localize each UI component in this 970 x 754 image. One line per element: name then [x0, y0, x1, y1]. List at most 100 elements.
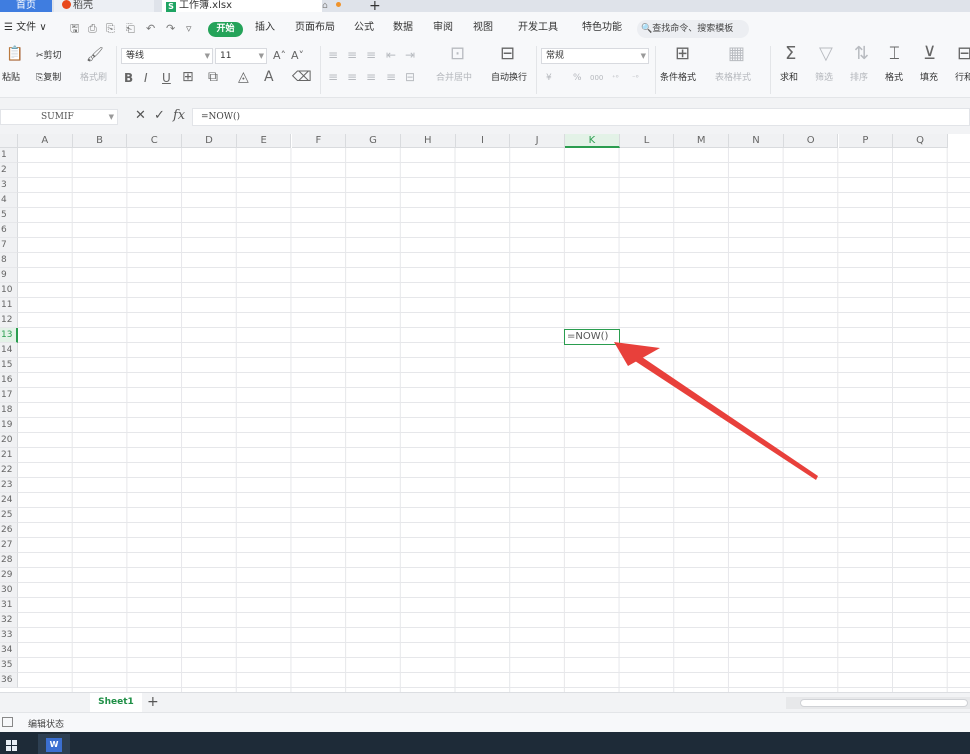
row-header[interactable]: 30: [0, 583, 18, 598]
row-header[interactable]: 28: [0, 553, 18, 568]
row-header[interactable]: 23: [0, 478, 18, 493]
merge-center-label[interactable]: 合并居中: [436, 72, 472, 84]
column-header[interactable]: Q: [893, 134, 948, 148]
thousands-button[interactable]: 000: [590, 72, 603, 84]
row-column-icon[interactable]: ⊟: [957, 45, 970, 63]
increase-decimal-icon[interactable]: ⁺⁰: [612, 72, 619, 84]
row-header[interactable]: 34: [0, 643, 18, 658]
tab-status[interactable]: ⌂: [322, 0, 352, 12]
font-name-select[interactable]: 等线 ▼: [121, 48, 213, 64]
fill-icon[interactable]: ⊻: [923, 45, 936, 63]
italic-button[interactable]: I: [144, 70, 148, 86]
sort-label[interactable]: 排序: [850, 72, 868, 84]
row-header[interactable]: 25: [0, 508, 18, 523]
row-header[interactable]: 14: [0, 343, 18, 358]
row-header[interactable]: 16: [0, 373, 18, 388]
row-header[interactable]: 17: [0, 388, 18, 403]
row-header[interactable]: 15: [0, 358, 18, 373]
row-header[interactable]: 1: [0, 148, 18, 163]
indent-decrease-icon[interactable]: ⇤: [386, 47, 396, 63]
copy-button[interactable]: ⎘复制: [36, 72, 61, 84]
table-style-label[interactable]: 表格样式: [715, 72, 751, 84]
fill-label[interactable]: 填充: [920, 72, 938, 84]
sum-label[interactable]: 求和: [780, 72, 798, 84]
clear-format-icon[interactable]: ⌫: [292, 69, 312, 85]
row-header[interactable]: 21: [0, 448, 18, 463]
scrollbar-thumb[interactable]: [800, 699, 968, 707]
column-header[interactable]: B: [72, 134, 128, 148]
align-center-icon[interactable]: ≡: [347, 69, 357, 85]
menu-page-layout[interactable]: 页面布局: [295, 20, 335, 36]
decrease-decimal-icon[interactable]: ⁻⁰: [632, 72, 639, 84]
row-header[interactable]: 9: [0, 268, 18, 283]
conditional-format-label[interactable]: 条件格式: [660, 72, 696, 84]
menu-review[interactable]: 审阅: [433, 20, 453, 36]
table-style-icon[interactable]: ▦: [728, 45, 745, 63]
column-header[interactable]: K: [565, 134, 620, 148]
row-header[interactable]: 19: [0, 418, 18, 433]
worksheet-grid[interactable]: ABCDEFGHIJKLMNOPQ 1 2 3 4 5 6 7 8 9 10 11 12 13 14 15 1…: [0, 134, 970, 692]
row-header[interactable]: 7: [0, 238, 18, 253]
format-painter-label[interactable]: 格式刷: [80, 72, 107, 84]
save-icon[interactable]: 🖫: [70, 23, 79, 35]
wrap-text-label[interactable]: 自动换行: [491, 72, 527, 84]
merge-center-icon[interactable]: ⊡: [450, 45, 465, 63]
column-header[interactable]: F: [291, 134, 347, 148]
redo-icon[interactable]: ↷: [166, 23, 175, 35]
filter-label[interactable]: 筛选: [815, 72, 833, 84]
row-header[interactable]: 18: [0, 403, 18, 418]
row-header[interactable]: 24: [0, 493, 18, 508]
menu-developer[interactable]: 开发工具: [518, 20, 558, 36]
customize-icon[interactable]: ▿: [186, 23, 192, 35]
row-header[interactable]: 10: [0, 283, 18, 298]
sheet-tab-sheet1[interactable]: Sheet1: [90, 693, 142, 712]
row-header[interactable]: 6: [0, 223, 18, 238]
tab-daoke[interactable]: 稻壳: [54, 0, 154, 12]
column-header[interactable]: L: [619, 134, 675, 148]
format-label[interactable]: 格式: [885, 72, 903, 84]
fill-color-icon[interactable]: ◬: [238, 69, 249, 85]
menu-view[interactable]: 视图: [473, 20, 493, 36]
row-header[interactable]: 31: [0, 598, 18, 613]
column-header[interactable]: C: [127, 134, 183, 148]
column-header[interactable]: H: [400, 134, 456, 148]
column-header[interactable]: G: [346, 134, 401, 148]
row-header[interactable]: 8: [0, 253, 18, 268]
tab-workbook[interactable]: S 工作簿.xlsx: [162, 0, 322, 12]
paste-label[interactable]: 粘贴: [2, 72, 20, 84]
row-header[interactable]: 32: [0, 613, 18, 628]
paste-icon[interactable]: 📋: [6, 46, 23, 62]
row-header[interactable]: 26: [0, 523, 18, 538]
format-painter-icon[interactable]: 🖌: [86, 47, 104, 63]
border-icon[interactable]: ⊞: [182, 69, 194, 85]
column-header[interactable]: D: [182, 134, 237, 148]
row-header[interactable]: 33: [0, 628, 18, 643]
align-right-icon[interactable]: ≡: [366, 69, 376, 85]
column-header[interactable]: N: [729, 134, 784, 148]
menu-formulas[interactable]: 公式: [354, 20, 374, 36]
formula-input[interactable]: =NOW(): [192, 108, 970, 126]
row-header[interactable]: 36: [0, 673, 18, 688]
row-header[interactable]: 13: [0, 328, 18, 343]
wrap-text-icon[interactable]: ⊟: [500, 45, 515, 63]
align-middle-icon[interactable]: ≡: [347, 47, 357, 63]
bold-button[interactable]: B: [124, 70, 133, 86]
justify-icon[interactable]: ≡: [386, 69, 396, 85]
row-header[interactable]: 5: [0, 208, 18, 223]
align-left-icon[interactable]: ≡: [328, 69, 338, 85]
select-all-corner[interactable]: [0, 134, 18, 148]
distribute-icon[interactable]: ⊟: [405, 69, 415, 85]
currency-button[interactable]: ¥: [546, 72, 552, 84]
menu-start[interactable]: 开始: [208, 22, 243, 37]
command-search[interactable]: 🔍查找命令、搜索模板: [637, 20, 749, 38]
row-header[interactable]: 3: [0, 178, 18, 193]
align-bottom-icon[interactable]: ≡: [366, 47, 376, 63]
conditional-format-icon[interactable]: ⊞: [675, 45, 690, 63]
font-color-icon[interactable]: A: [264, 69, 274, 85]
new-tab-button[interactable]: +: [369, 0, 381, 12]
column-header[interactable]: A: [18, 134, 73, 148]
undo-icon[interactable]: ↶: [146, 23, 155, 35]
column-header[interactable]: J: [510, 134, 565, 148]
name-box[interactable]: SUMIF ▼: [0, 109, 118, 125]
cell-style-icon[interactable]: ⧉: [208, 69, 218, 85]
